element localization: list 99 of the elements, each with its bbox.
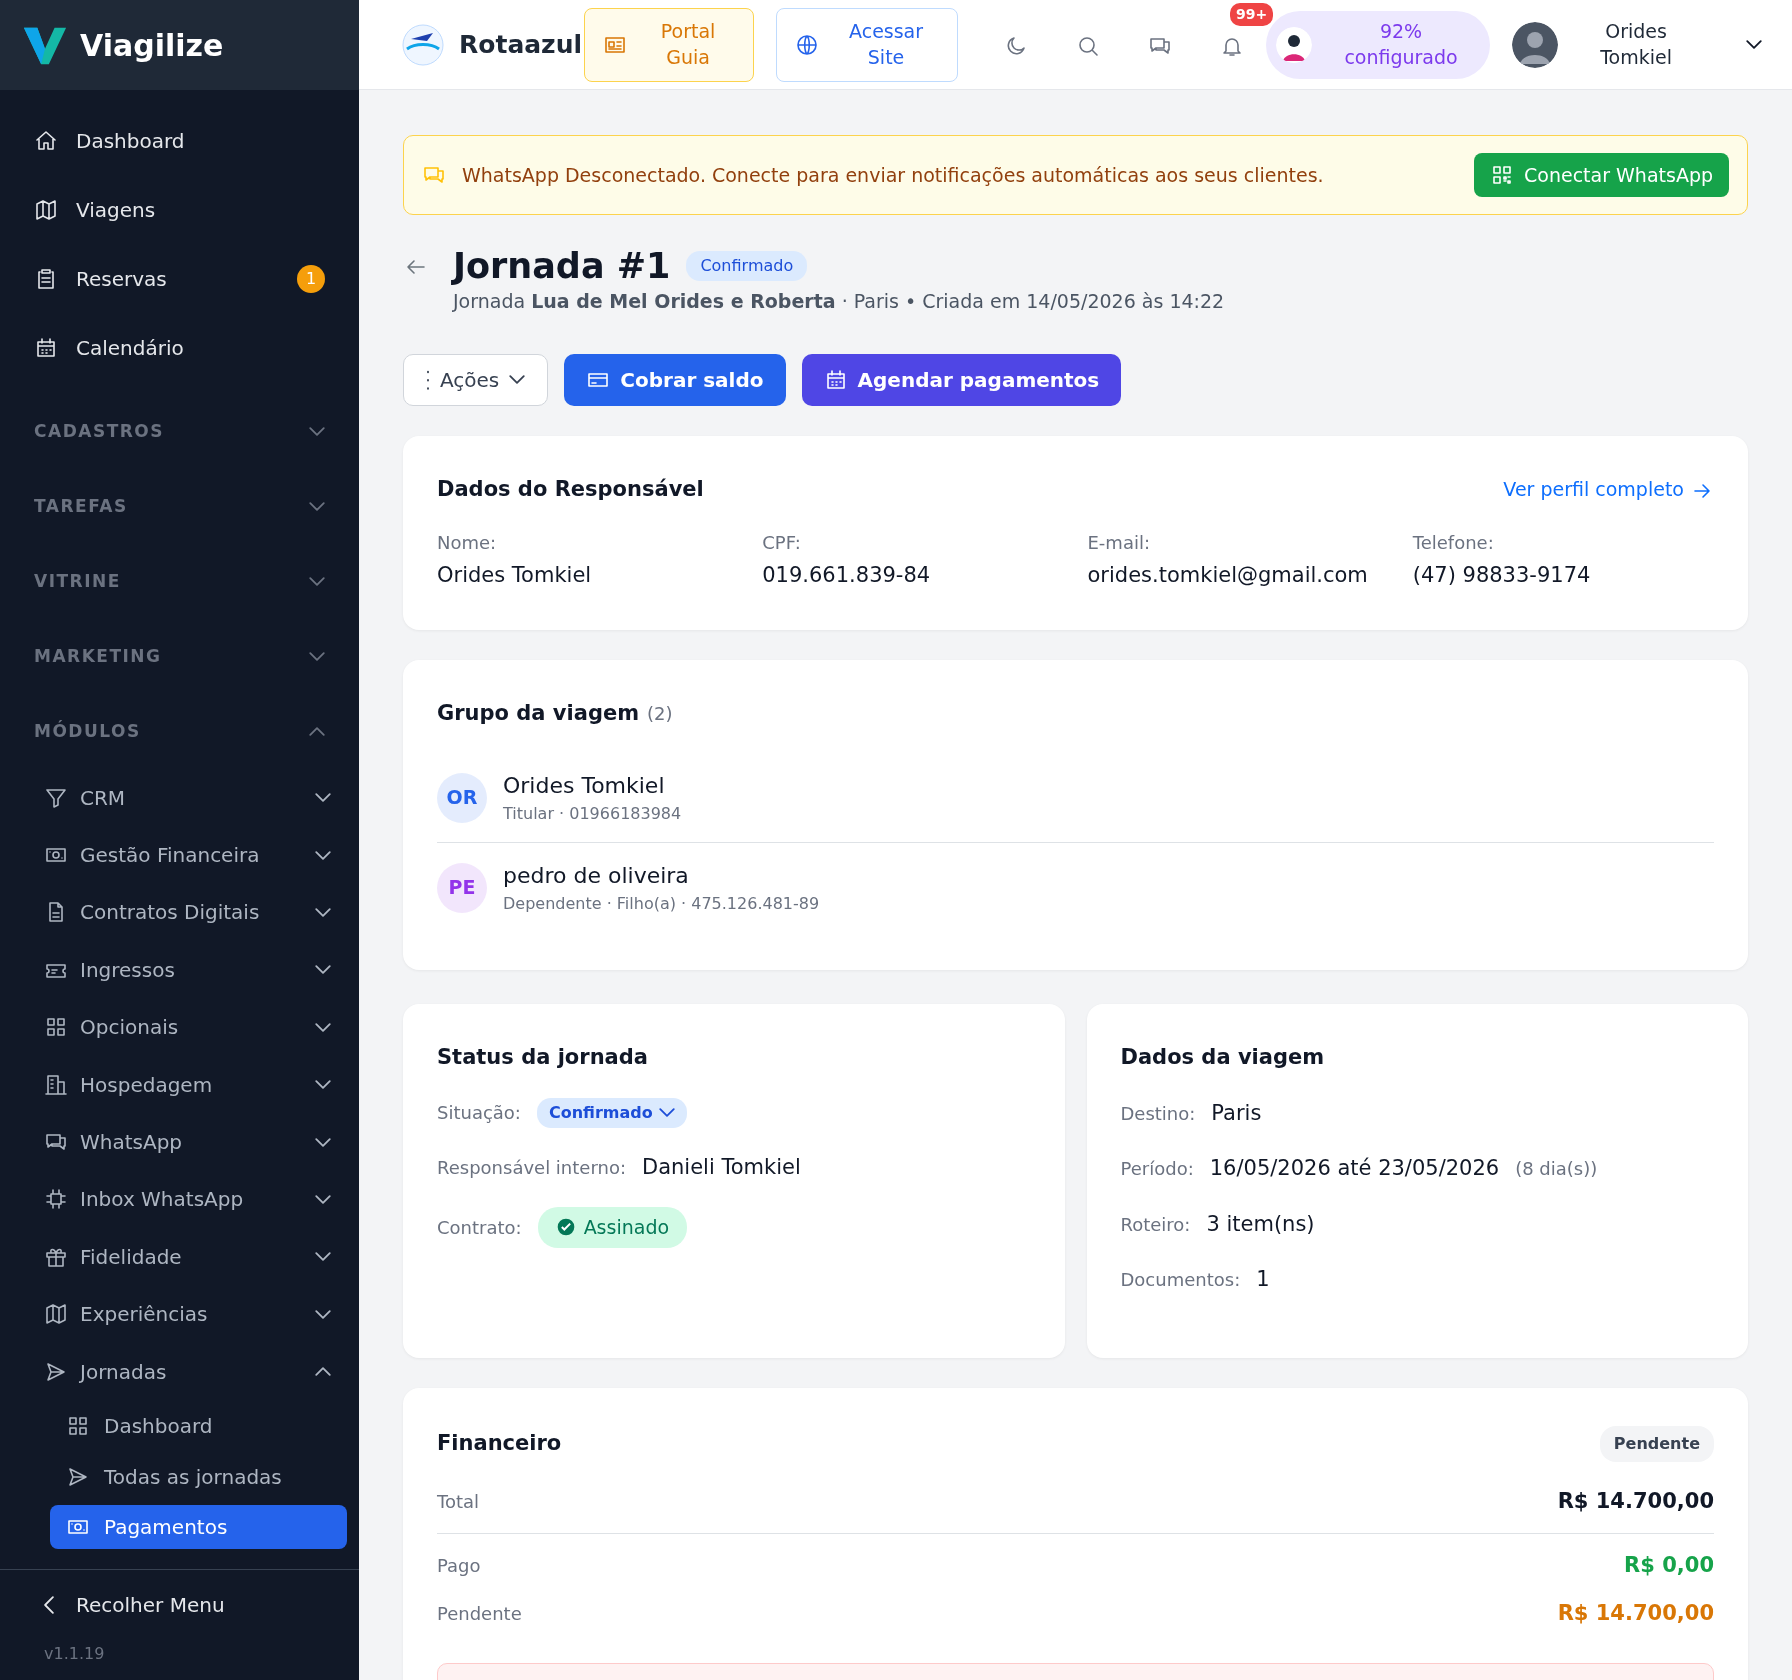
sidebar-item[interactable]: Fidelidade: [0, 1228, 359, 1286]
sidebar-item[interactable]: Dashboard: [0, 106, 359, 175]
user-avatar[interactable]: [1512, 21, 1559, 68]
globe-icon: [795, 32, 820, 57]
sidebar-item[interactable]: Calendário: [0, 313, 359, 382]
card-title: Dados do Responsável: [437, 475, 704, 503]
chevron-down-icon: [658, 1108, 675, 1117]
field-label: Situação:: [437, 1101, 521, 1125]
page-subtitle: Jornada Lua de Mel Orides e Roberta · Paris • Criada em 14/05/2026 às 14:22: [453, 289, 1225, 314]
field-value: orides.tomkiel@gmail.com: [1087, 562, 1369, 589]
amount-label: Pendente: [437, 1601, 522, 1626]
more-icon: [426, 369, 430, 390]
sidebar-item[interactable]: Hospedagem: [0, 1055, 359, 1114]
field-label: Destino:: [1120, 1101, 1196, 1126]
member-count: (2): [647, 701, 673, 726]
sidebar-item[interactable]: WhatsApp: [0, 1113, 359, 1171]
sidebar-item[interactable]: Gestão Financeira: [0, 826, 359, 884]
sidebar-item[interactable]: CRM: [0, 769, 359, 827]
card-title: Financeiro: [437, 1429, 562, 1457]
field-label: Período:: [1120, 1157, 1194, 1182]
chevron-down-icon: [509, 375, 526, 384]
sidebar-item[interactable]: Opcionais: [0, 998, 359, 1056]
sidebar-item[interactable]: Reservas 1: [0, 244, 359, 313]
company-logo: [401, 22, 445, 67]
field-label: Nome:: [437, 531, 498, 555]
card-title: Dados da viagem: [1120, 1044, 1326, 1071]
member-name: pedro de oliveira: [503, 862, 690, 890]
initials-avatar: PE: [437, 862, 487, 913]
setup-progress-pill[interactable]: 92% configurado: [1266, 10, 1491, 79]
check-circle-icon: [555, 1217, 576, 1238]
alert-message: WhatsApp Desconectado. Conecte para enviar notificações automáticas aos seus clientes.: [462, 162, 1325, 188]
section-label: CADASTROS: [34, 419, 165, 443]
sidebar-item[interactable]: Viagens: [0, 175, 359, 244]
brand-name: Viagilize: [80, 26, 224, 65]
amount-label: Pago: [437, 1554, 481, 1579]
field-value: 019.661.839-84: [762, 562, 932, 589]
status-dropdown[interactable]: Confirmado: [536, 1097, 687, 1128]
chip-icon: [44, 1187, 68, 1212]
payment-status-badge: Pendente: [1599, 1425, 1714, 1462]
field-label: CPF:: [762, 531, 802, 555]
page-title: Jornada #1: [453, 245, 671, 287]
search-icon: [1076, 34, 1101, 58]
sidebar-item[interactable]: Pagamentos: [50, 1505, 347, 1550]
member-name: Orides Tomkiel: [503, 772, 666, 800]
field-label: Documentos:: [1120, 1268, 1241, 1293]
sidebar-item[interactable]: Jornadas: [0, 1342, 359, 1401]
collapse-menu-link[interactable]: Recolher Menu: [44, 1590, 359, 1620]
field-value: Danieli Tomkiel: [641, 1153, 801, 1181]
field-value: Orides Tomkiel: [437, 562, 593, 589]
section-label: MARKETING: [34, 644, 162, 668]
actions-dropdown[interactable]: Ações: [403, 353, 549, 406]
field-label: Contrato:: [437, 1215, 522, 1240]
section-label: VITRINE: [34, 569, 121, 593]
member-details: Titular · 01966183984: [503, 803, 682, 825]
calendar-icon: [34, 335, 58, 360]
company-name: Rotaazul: [459, 28, 583, 61]
field-value: Paris: [1211, 1099, 1262, 1127]
chevron-down-icon: [1746, 40, 1762, 49]
amount-value: R$ 14.700,00: [1557, 1599, 1714, 1627]
field-label: E-mail:: [1087, 531, 1151, 555]
map-icon: [44, 1302, 68, 1327]
visit-site-button[interactable]: Acessar Site: [776, 7, 959, 82]
building-icon: [44, 1072, 68, 1097]
amount-value: R$ 0,00: [1624, 1552, 1714, 1579]
field-value: 1: [1256, 1266, 1270, 1293]
sidebar-item[interactable]: Ingressos: [0, 941, 359, 999]
contract-badge: Assinado: [537, 1207, 688, 1248]
version-label: v1.1.19: [44, 1643, 106, 1665]
sidebar-item[interactable]: Inbox WhatsApp: [0, 1170, 359, 1229]
home-icon: [34, 128, 58, 153]
user-name: Orides Tomkiel: [1599, 18, 1673, 70]
card-title: Grupo da viagem: [437, 699, 640, 727]
section-label: TAREFAS: [34, 494, 128, 518]
map-icon: [34, 197, 58, 222]
field-value: (47) 98833-9174: [1412, 562, 1592, 589]
status-badge: Confirmado: [686, 251, 808, 281]
profile-link[interactable]: Ver perfil completo: [1503, 475, 1714, 504]
initials-avatar: OR: [437, 772, 487, 823]
action-button[interactable]: Agendar pagamentos: [801, 353, 1122, 406]
amount-label: Total: [437, 1489, 480, 1514]
action-button[interactable]: Cobrar saldo: [564, 353, 786, 406]
member-details: Dependente · Filho(a) · 475.126.481-89: [503, 893, 820, 915]
card-title: Status da jornada: [437, 1044, 649, 1071]
sidebar-item[interactable]: Todas as jornadas: [50, 1451, 347, 1503]
sidebar-item[interactable]: Dashboard: [50, 1400, 347, 1452]
duration-note: (8 dia(s)): [1515, 1157, 1598, 1182]
field-value: 16/05/2026 até 23/05/2026: [1209, 1155, 1500, 1182]
field-label: Telefone:: [1412, 531, 1495, 555]
amount-value: R$ 14.700,00: [1557, 1487, 1714, 1515]
count-badge: 1: [297, 264, 325, 293]
field-value: 3 item(ns): [1206, 1210, 1315, 1238]
field-label: Responsável interno:: [437, 1155, 626, 1180]
section-label: MÓDULOS: [34, 719, 141, 743]
field-label: Roteiro:: [1120, 1212, 1191, 1237]
avatar-icon: [1276, 26, 1313, 63]
chevron-left-icon: [44, 1596, 54, 1614]
sidebar-item[interactable]: Experiências: [0, 1285, 359, 1343]
sidebar-item[interactable]: Contratos Digitais: [0, 883, 359, 942]
notification-badge: 99+: [1230, 2, 1274, 26]
